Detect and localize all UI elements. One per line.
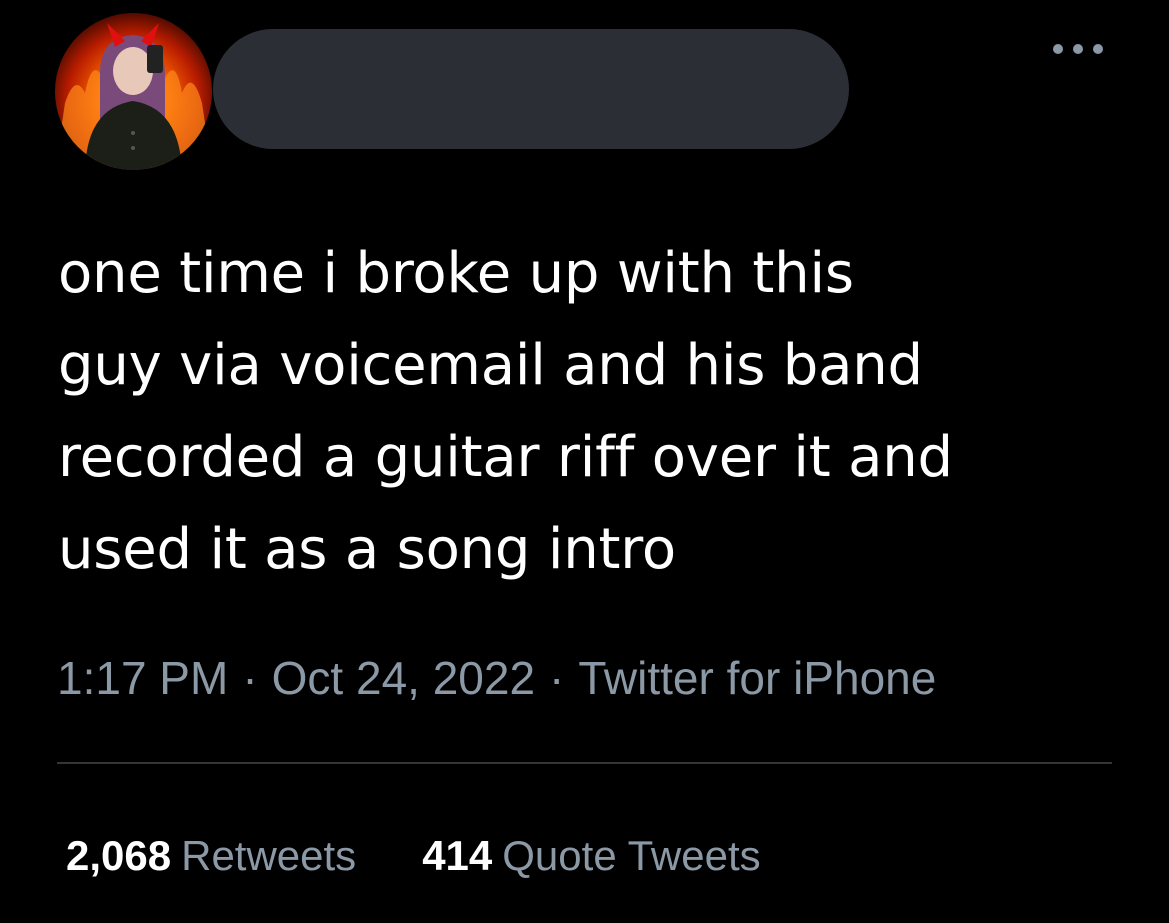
avatar[interactable] — [55, 13, 212, 170]
quote-tweets-count: 414 — [422, 832, 493, 879]
quote-tweets-label: Quote Tweets — [502, 832, 761, 879]
tweet-header — [0, 0, 1169, 180]
tweet-stats: 2,068 Retweets 414 Quote Tweets — [66, 828, 761, 884]
retweets-stat[interactable]: 2,068 Retweets — [66, 828, 356, 884]
tweet-text: one time i broke up with this guy via vo… — [58, 241, 953, 582]
tweet-metadata: 1:17 PM · Oct 24, 2022 · Twitter for iPhone — [57, 648, 936, 708]
more-horizontal-icon — [1053, 44, 1103, 54]
avatar-image — [55, 13, 212, 170]
tweet-source[interactable]: Twitter for iPhone — [578, 652, 936, 704]
quote-tweets-stat[interactable]: 414 Quote Tweets — [422, 828, 760, 884]
separator: · — [242, 652, 258, 704]
separator: · — [549, 652, 565, 704]
retweets-count: 2,068 — [66, 832, 172, 879]
more-options-button[interactable] — [1046, 34, 1110, 64]
tweet-date[interactable]: Oct 24, 2022 — [272, 652, 535, 704]
divider — [57, 762, 1112, 764]
redacted-name — [213, 29, 849, 149]
retweets-label: Retweets — [181, 832, 357, 879]
tweet-time[interactable]: 1:17 PM — [57, 652, 228, 704]
